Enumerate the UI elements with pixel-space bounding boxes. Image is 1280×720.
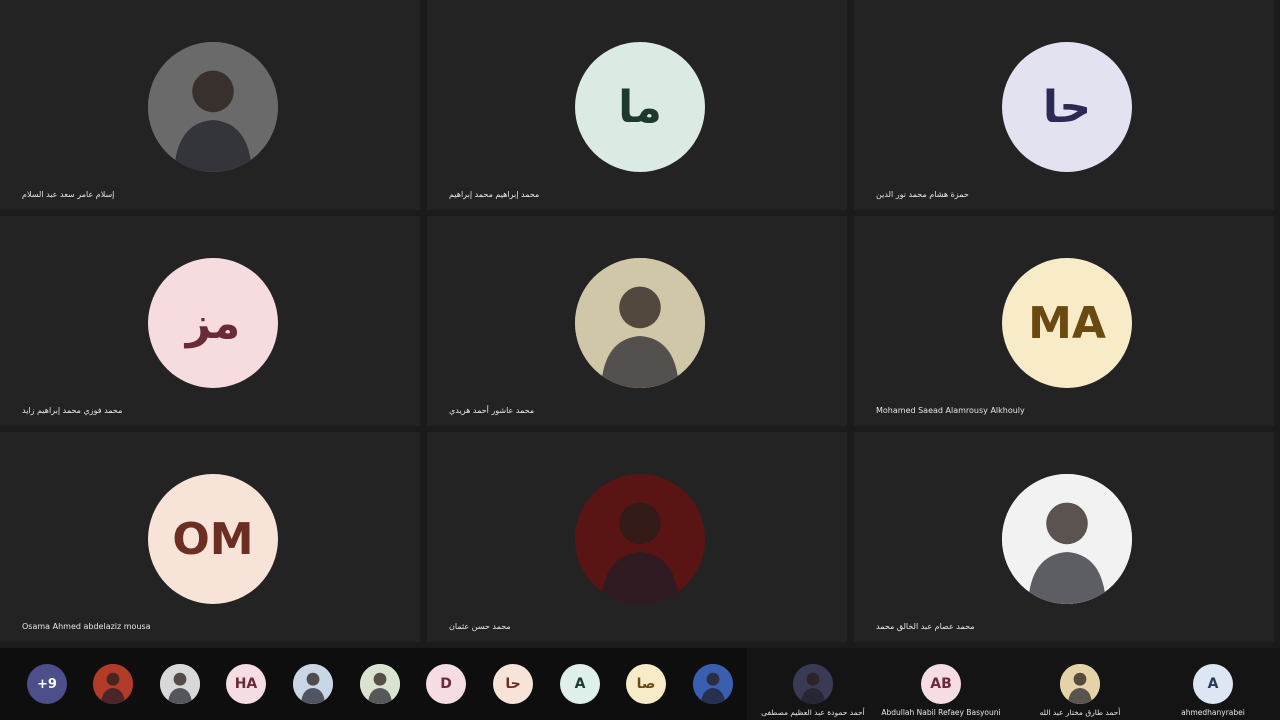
participant-avatar[interactable]: حا — [493, 664, 533, 704]
participant-avatar: A — [1193, 664, 1233, 704]
participant-avatar[interactable]: صا — [626, 664, 666, 704]
participant-tile[interactable]: OM Osama Ahmed abdelaziz mousa — [0, 432, 420, 642]
participant-tile[interactable]: محمد عاشور أحمد هريدي — [427, 216, 847, 426]
strip-participant[interactable]: أحمد طارق مختار عبد الله — [1015, 648, 1145, 720]
participant-tile[interactable]: إسلام عامر سعد عبد السلام — [0, 0, 420, 210]
participant-avatar: AB — [921, 664, 961, 704]
participant-avatar[interactable] — [93, 664, 133, 704]
video-grid: إسلام عامر سعد عبد السلام ما محمد إبراهي… — [0, 0, 1280, 648]
participant-photo-avatar — [575, 474, 705, 604]
strip-participant[interactable]: AB Abdullah Nabil Refaey Basyouni — [876, 648, 1006, 720]
participant-name: Abdullah Nabil Refaey Basyouni — [881, 708, 1001, 717]
participant-name: حمزة هشام محمد نور الدين — [876, 190, 969, 199]
participant-initials-avatar: مز — [148, 258, 278, 388]
participant-avatar[interactable] — [693, 664, 733, 704]
participant-avatar-bar: +9 HA D حا A صا — [0, 648, 747, 720]
participant-photo-avatar — [148, 42, 278, 172]
participant-avatar[interactable] — [360, 664, 400, 704]
participant-tile[interactable]: مز محمد فوزي محمد إبراهيم زايد — [0, 216, 420, 426]
participant-initials-avatar: OM — [148, 474, 278, 604]
participant-initials-avatar: MA — [1002, 258, 1132, 388]
participant-tile[interactable]: حا حمزة هشام محمد نور الدين — [854, 0, 1274, 210]
participant-name: محمد إبراهيم محمد إبراهيم — [449, 190, 540, 199]
strip-participant[interactable]: أحمد حمودة عبد العظيم مصطفى — [748, 648, 878, 720]
participant-name: محمد عاشور أحمد هريدي — [449, 406, 535, 415]
participant-name: إسلام عامر سعد عبد السلام — [22, 190, 115, 199]
participant-photo-avatar — [1002, 474, 1132, 604]
strip-participant[interactable]: A ahmedhanyrabei — [1148, 648, 1278, 720]
participant-name: أحمد طارق مختار عبد الله — [1039, 708, 1121, 717]
participant-strip: +9 HA D حا A صا أحمد حمودة عبد العظيم مص… — [0, 648, 1280, 720]
participant-name: Osama Ahmed abdelaziz mousa — [22, 622, 151, 631]
participant-avatar[interactable]: HA — [226, 664, 266, 704]
participant-avatar[interactable]: D — [426, 664, 466, 704]
participant-name: ahmedhanyrabei — [1181, 708, 1245, 717]
participant-initials-avatar: ما — [575, 42, 705, 172]
more-participants-button[interactable]: +9 — [27, 664, 67, 704]
participant-initials-avatar: حا — [1002, 42, 1132, 172]
participant-avatar — [793, 664, 833, 704]
participant-tile[interactable]: محمد حسن عثمان — [427, 432, 847, 642]
participant-name: محمد حسن عثمان — [449, 622, 511, 631]
participant-name: محمد فوزي محمد إبراهيم زايد — [22, 406, 123, 415]
participant-tile[interactable]: محمد عصام عبد الخالق محمد — [854, 432, 1274, 642]
participant-tile[interactable]: MA Mohamed Saead Alamrousy Alkhouly — [854, 216, 1274, 426]
participant-name: أحمد حمودة عبد العظيم مصطفى — [761, 708, 865, 717]
participant-avatar[interactable]: A — [560, 664, 600, 704]
participant-avatar[interactable] — [160, 664, 200, 704]
participant-name: Mohamed Saead Alamrousy Alkhouly — [876, 406, 1025, 415]
participant-avatar[interactable] — [293, 664, 333, 704]
participant-name: محمد عصام عبد الخالق محمد — [876, 622, 975, 631]
participant-tile[interactable]: ما محمد إبراهيم محمد إبراهيم — [427, 0, 847, 210]
participant-photo-avatar — [575, 258, 705, 388]
participant-avatar — [1060, 664, 1100, 704]
